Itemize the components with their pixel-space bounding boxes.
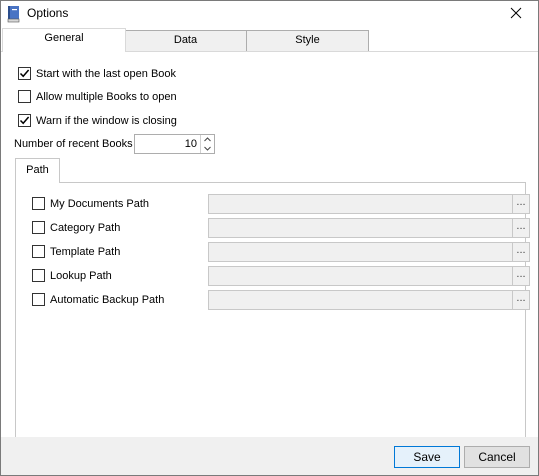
general-tab-pane: Start with the last open Book Allow mult… [1,51,538,442]
checkmark-icon [19,69,30,78]
path-row-automatic-backup: Automatic Backup Path ... [32,290,530,310]
lookup-path-checkbox[interactable] [32,269,45,282]
close-button[interactable] [494,1,538,28]
warn-closing-option[interactable]: Warn if the window is closing [18,114,177,127]
chevron-down-icon[interactable] [201,144,214,153]
template-path-field[interactable]: ... [208,242,530,262]
template-browse-button[interactable]: ... [512,243,529,261]
my-documents-path-field[interactable]: ... [208,194,530,214]
tab-strip: General Data Style [1,28,538,52]
lookup-browse-button[interactable]: ... [512,267,529,285]
tab-general[interactable]: General [2,28,126,52]
warn-closing-label: Warn if the window is closing [36,114,177,127]
category-path-checkbox[interactable] [32,221,45,234]
start-last-book-label: Start with the last open Book [36,67,177,80]
chevron-up-icon[interactable] [201,135,214,144]
allow-multiple-option[interactable]: Allow multiple Books to open [18,90,177,103]
path-row-my-documents: My Documents Path ... [32,194,530,214]
path-row-template: Template Path ... [32,242,530,262]
close-icon [510,7,522,22]
allow-multiple-checkbox[interactable] [18,90,31,103]
category-path-field[interactable]: ... [208,218,530,238]
cancel-button[interactable]: Cancel [464,446,530,468]
recent-books-value[interactable]: 10 [185,138,197,150]
spin-buttons [200,135,214,153]
template-path-label: Template Path [50,245,121,258]
warn-closing-checkbox[interactable] [18,114,31,127]
path-row-category: Category Path ... [32,218,530,238]
tab-data[interactable]: Data [124,30,247,51]
automatic-backup-path-checkbox[interactable] [32,293,45,306]
automatic-backup-browse-button[interactable]: ... [512,291,529,309]
automatic-backup-path-label: Automatic Backup Path [50,293,165,306]
window-title: Options [27,6,69,20]
path-row-lookup: Lookup Path ... [32,266,530,286]
lookup-path-field[interactable]: ... [208,266,530,286]
book-icon [6,5,22,23]
options-window: Options General Data Style Start with th… [0,0,539,476]
automatic-backup-path-field[interactable]: ... [208,290,530,310]
category-browse-button[interactable]: ... [512,219,529,237]
my-documents-path-checkbox[interactable] [32,197,45,210]
start-last-book-checkbox[interactable] [18,67,31,80]
path-group-tab[interactable]: Path [15,158,60,183]
start-last-book-option[interactable]: Start with the last open Book [18,67,176,80]
tab-style[interactable]: Style [246,30,369,51]
my-documents-browse-button[interactable]: ... [512,195,529,213]
save-button[interactable]: Save [394,446,460,468]
checkmark-icon [19,116,30,125]
path-group: My Documents Path ... Category Path ... [15,182,530,442]
title-bar: Options [1,1,538,28]
recent-books-label: Number of recent Books [14,138,133,150]
dialog-footer: Save Cancel [1,437,538,475]
my-documents-path-label: My Documents Path [50,197,150,210]
category-path-label: Category Path [50,221,121,234]
allow-multiple-label: Allow multiple Books to open [36,90,177,103]
template-path-checkbox[interactable] [32,245,45,258]
recent-books-spinbox[interactable]: 10 [134,134,215,154]
lookup-path-label: Lookup Path [50,269,112,282]
